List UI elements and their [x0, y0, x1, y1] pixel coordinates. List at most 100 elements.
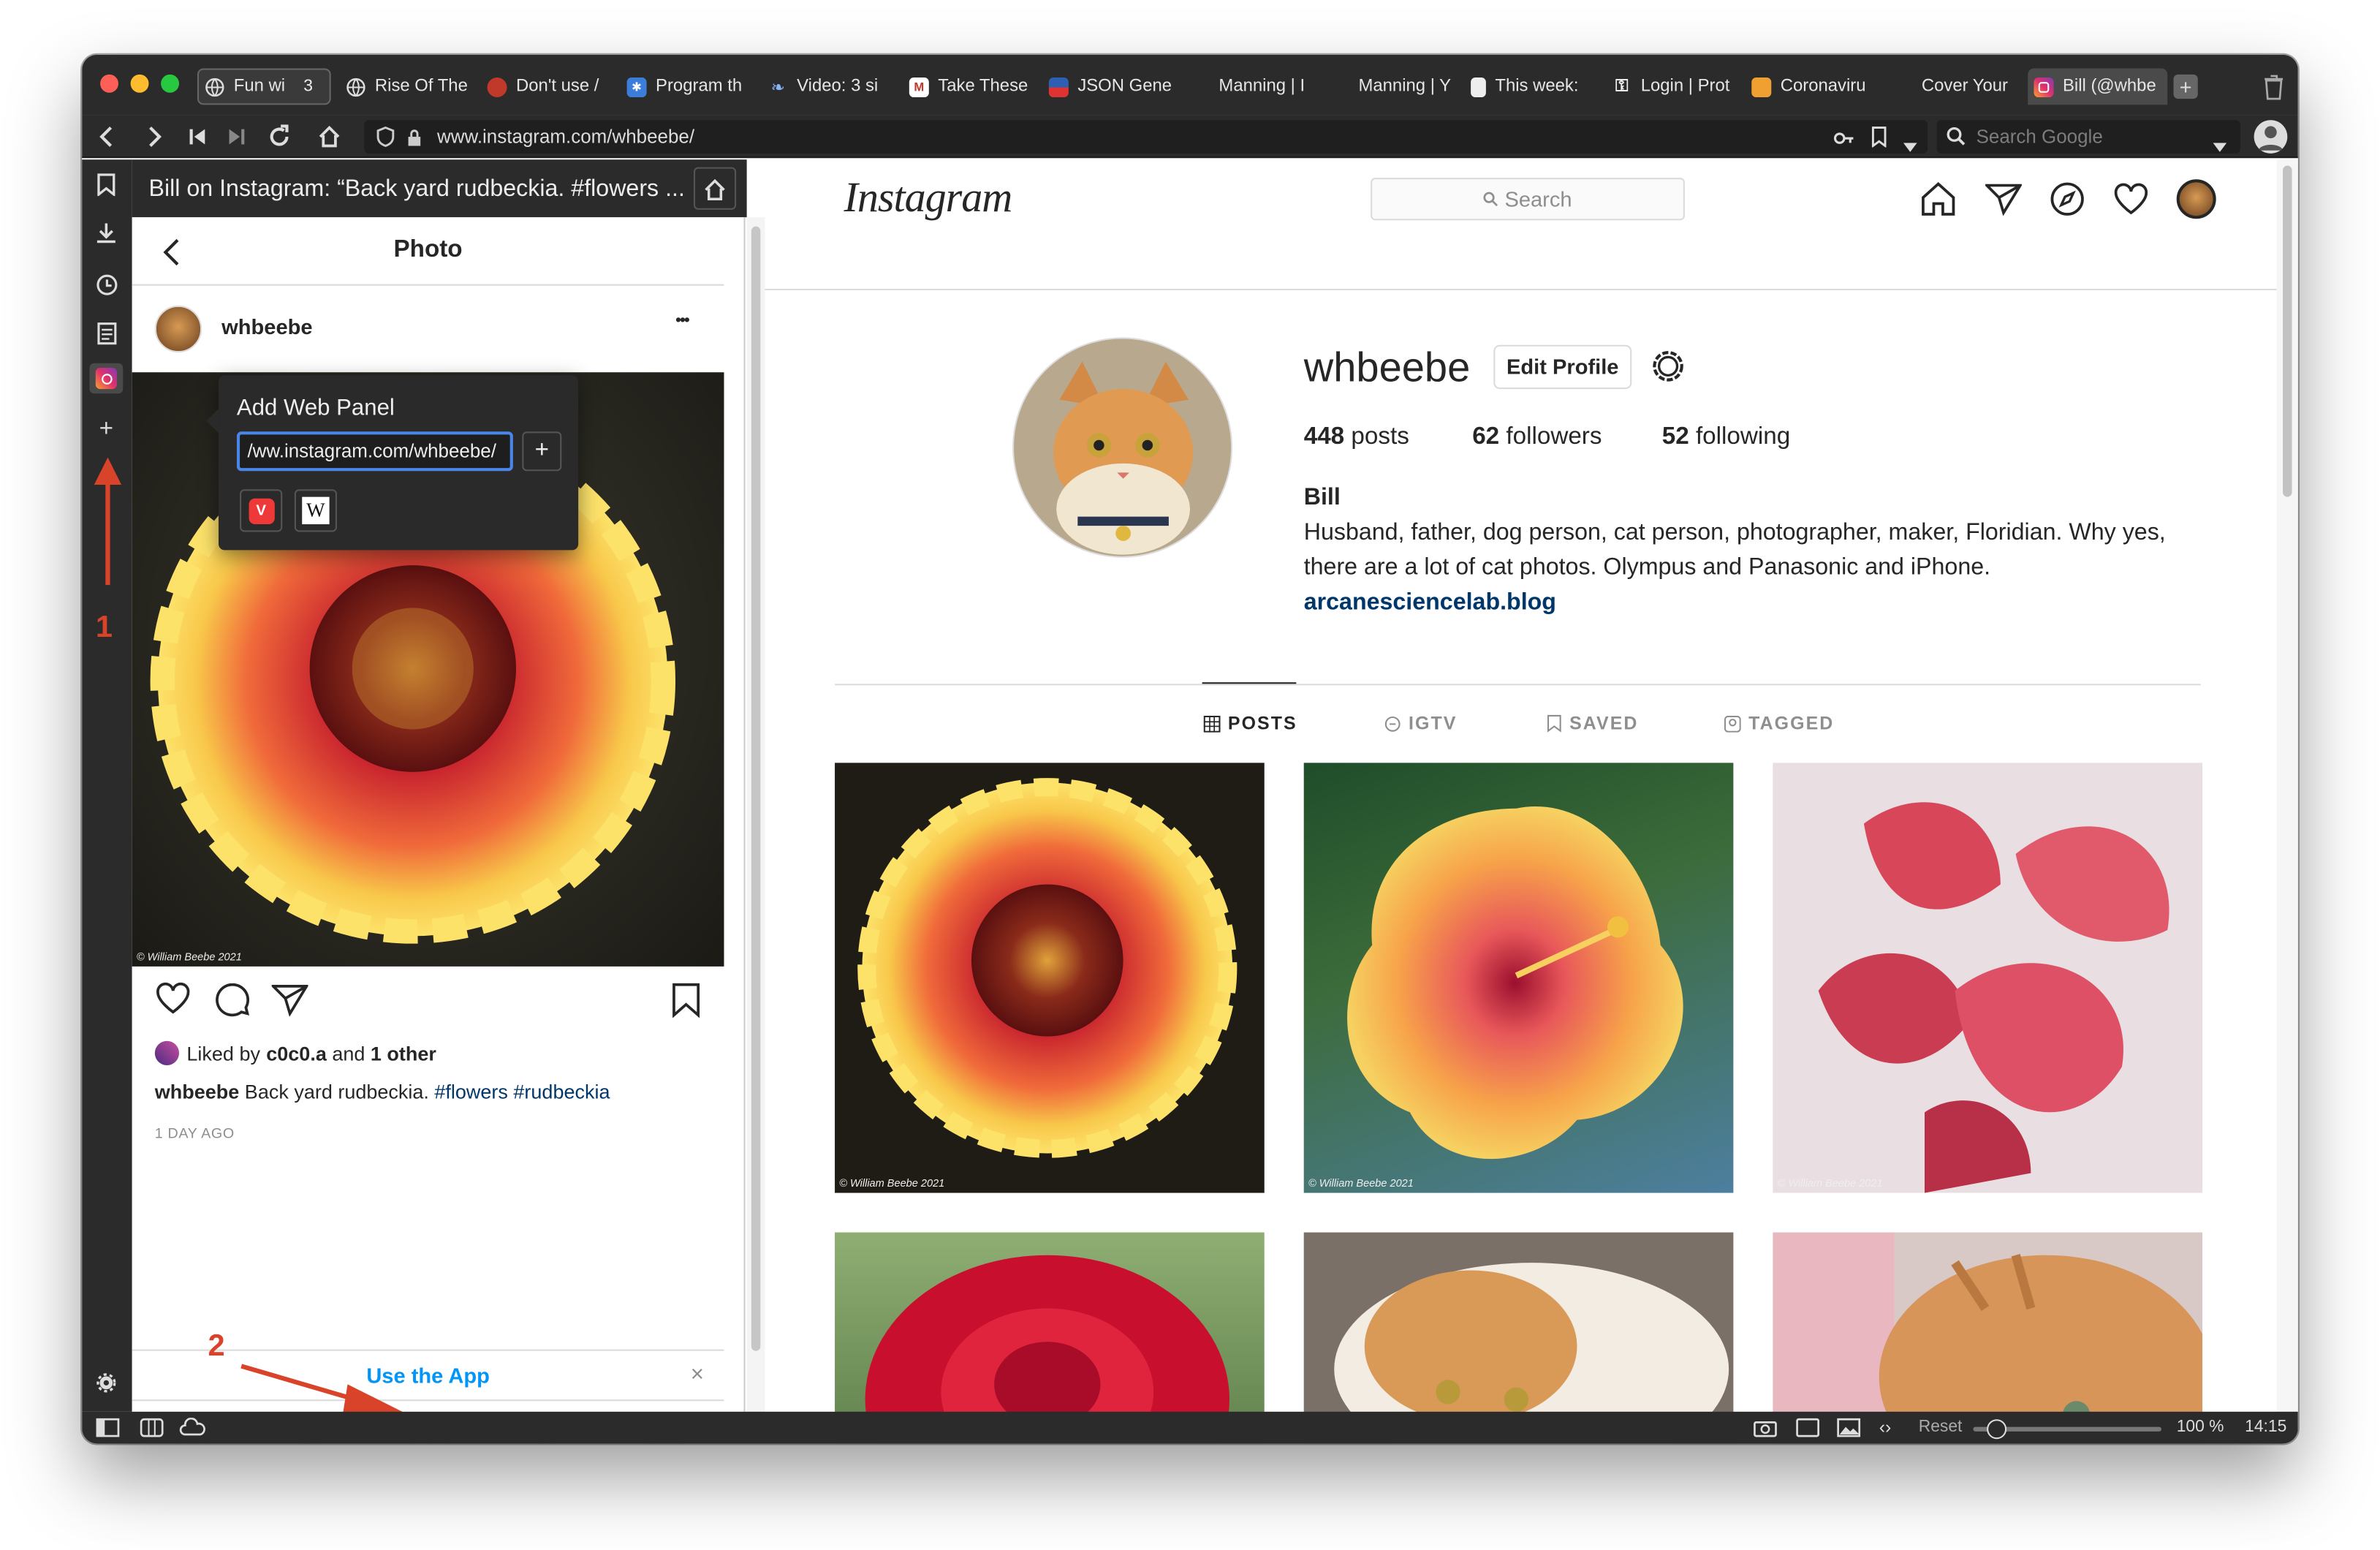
tab-manning-1[interactable]: Manning | I: [1184, 69, 1318, 105]
shield-icon[interactable]: [376, 126, 395, 155]
minimize-window-button[interactable]: [130, 74, 149, 93]
doc-icon: [1471, 76, 1486, 97]
tab-take-these[interactable]: M Take These: [903, 69, 1037, 105]
comment-icon[interactable]: [214, 982, 251, 1026]
bookmarks-panel-icon[interactable]: [91, 169, 122, 200]
key-icon[interactable]: [1833, 128, 1854, 155]
tab-rise-of-the[interactable]: Rise Of The: [340, 69, 474, 105]
ig-search-input[interactable]: Search: [1371, 178, 1685, 221]
bookmark-icon[interactable]: [1871, 126, 1887, 155]
main-scrollbar[interactable]: [2276, 159, 2298, 1412]
tab-saved[interactable]: SAVED: [1547, 713, 1639, 734]
posts-count[interactable]: 448 posts: [1304, 424, 1409, 451]
close-window-button[interactable]: [100, 74, 118, 93]
use-the-app-link[interactable]: Use the App: [132, 1363, 724, 1387]
blank-icon: [1330, 77, 1349, 97]
tab-coronavirus[interactable]: Coronaviru: [1746, 69, 1879, 105]
tab-program-th[interactable]: ✱ Program th: [621, 69, 754, 105]
images-icon[interactable]: [1837, 1418, 1861, 1443]
panel-url-input[interactable]: /ww.instagram.com/whbeebe/: [236, 431, 513, 472]
add-panel-button[interactable]: +: [522, 431, 562, 472]
instagram-logo[interactable]: Instagram: [844, 175, 1013, 224]
rewind-icon[interactable]: [182, 121, 213, 152]
liked-other-link[interactable]: 1 other: [371, 1042, 436, 1065]
edit-profile-button[interactable]: Edit Profile: [1493, 344, 1632, 390]
grid-post-hibiscus[interactable]: © William Beebe 2021: [1303, 763, 1734, 1193]
grid-post-pink-flowers[interactable]: © William Beebe 2021: [1773, 763, 2203, 1193]
vivaldi-icon[interactable]: V: [240, 489, 283, 532]
ig-profile-avatar[interactable]: [2176, 179, 2216, 219]
url-field[interactable]: www.instagram.com/whbeebe/: [364, 120, 1928, 154]
zoom-slider[interactable]: [1973, 1419, 2161, 1440]
chevron-down-icon[interactable]: [1903, 132, 1917, 159]
tab-bill-instagram[interactable]: Bill (@whbe: [2028, 68, 2168, 105]
tab-json-gene[interactable]: JSON Gene: [1043, 69, 1177, 105]
back-icon[interactable]: [91, 121, 122, 152]
fast-forward-icon[interactable]: [221, 121, 252, 152]
more-options-icon[interactable]: •••: [675, 311, 690, 330]
zoom-reset-button[interactable]: Reset: [1919, 1418, 1963, 1436]
add-web-panel-plus-icon[interactable]: +: [91, 415, 122, 445]
profile-website-link[interactable]: arcanesciencelab.blog: [1304, 589, 1556, 616]
instagram-panel-icon[interactable]: [89, 363, 124, 394]
profile-avatar-icon[interactable]: [2254, 120, 2288, 154]
tile-tabs-icon[interactable]: [140, 1418, 164, 1443]
panel-scrollbar[interactable]: [746, 217, 765, 1412]
ig-direct-icon[interactable]: [1983, 182, 2023, 223]
chevron-down-icon[interactable]: [2213, 132, 2227, 159]
panel-toggle-icon[interactable]: [96, 1418, 120, 1443]
tab-cover-your[interactable]: Cover Your: [1887, 69, 2020, 105]
tab-this-week[interactable]: This week:: [1465, 69, 1599, 105]
panel-home-button[interactable]: [693, 167, 737, 210]
tab-fun-wi[interactable]: Fun wi 3: [197, 68, 331, 105]
sync-cloud-icon[interactable]: [179, 1417, 206, 1443]
tab-igtv[interactable]: IGTV: [1384, 713, 1458, 734]
tab-tagged[interactable]: TAGGED: [1724, 713, 1834, 734]
tab-posts[interactable]: POSTS: [1203, 713, 1297, 734]
ig-explore-compass-icon[interactable]: [2049, 181, 2085, 224]
following-count[interactable]: 52 following: [1662, 424, 1790, 451]
home-icon[interactable]: [314, 121, 345, 152]
share-paper-plane-icon[interactable]: [270, 983, 309, 1024]
ig-activity-heart-icon[interactable]: [2112, 182, 2149, 223]
settings-gear-icon[interactable]: [91, 1368, 122, 1399]
globe-icon: [205, 77, 224, 97]
caption-hashtags[interactable]: #flowers #rudbeckia: [434, 1081, 610, 1103]
screenshot-camera-icon[interactable]: [1753, 1418, 1777, 1443]
zoom-window-button[interactable]: [161, 74, 180, 93]
zoom-slider-handle[interactable]: [1986, 1419, 2006, 1440]
caption-username[interactable]: whbeebe: [155, 1081, 240, 1103]
history-panel-icon[interactable]: [91, 269, 122, 300]
downloads-panel-icon[interactable]: [91, 217, 122, 248]
post-username[interactable]: whbeebe: [221, 314, 312, 339]
lock-icon[interactable]: [407, 128, 422, 155]
tab-login-prot[interactable]: ⚿ Login | Prot: [1606, 69, 1740, 105]
tab-video[interactable]: ❧ Video: 3 si: [762, 69, 895, 105]
tab-dont-use[interactable]: Don't use /: [481, 69, 615, 105]
liked-user-link[interactable]: c0c0.a: [266, 1042, 327, 1065]
search-google-field[interactable]: Search Google: [1936, 120, 2240, 154]
window-icon[interactable]: [1795, 1418, 1819, 1443]
profile-photo[interactable]: [1012, 337, 1233, 558]
new-tab-plus-icon[interactable]: +: [2173, 74, 2198, 99]
like-heart-icon[interactable]: [155, 982, 192, 1023]
avatar[interactable]: [154, 305, 202, 353]
search-icon: [1483, 192, 1498, 207]
reload-icon[interactable]: [264, 121, 295, 152]
web-panel-header: Bill on Instagram: “Back yard rudbeckia.…: [132, 159, 747, 218]
annotation-marker-1: 1: [95, 610, 113, 645]
followers-count[interactable]: 62 followers: [1472, 424, 1602, 451]
code-icon[interactable]: ‹›: [1879, 1416, 1892, 1437]
settings-gear-icon[interactable]: [1650, 348, 1686, 392]
trash-icon[interactable]: [2262, 73, 2286, 100]
side-panel-strip: + 1: [82, 159, 132, 1412]
close-icon[interactable]: ×: [691, 1361, 704, 1387]
save-bookmark-icon[interactable]: [671, 982, 702, 1026]
liker-avatar[interactable]: [154, 1040, 180, 1065]
grid-post-rudbeckia[interactable]: © William Beebe 2021: [835, 763, 1265, 1193]
wikipedia-icon[interactable]: W: [294, 489, 337, 532]
ig-home-icon[interactable]: [1920, 181, 1957, 224]
notes-panel-icon[interactable]: [91, 317, 122, 348]
forward-icon[interactable]: [140, 121, 170, 152]
tab-manning-2[interactable]: Manning | Y: [1324, 69, 1458, 105]
